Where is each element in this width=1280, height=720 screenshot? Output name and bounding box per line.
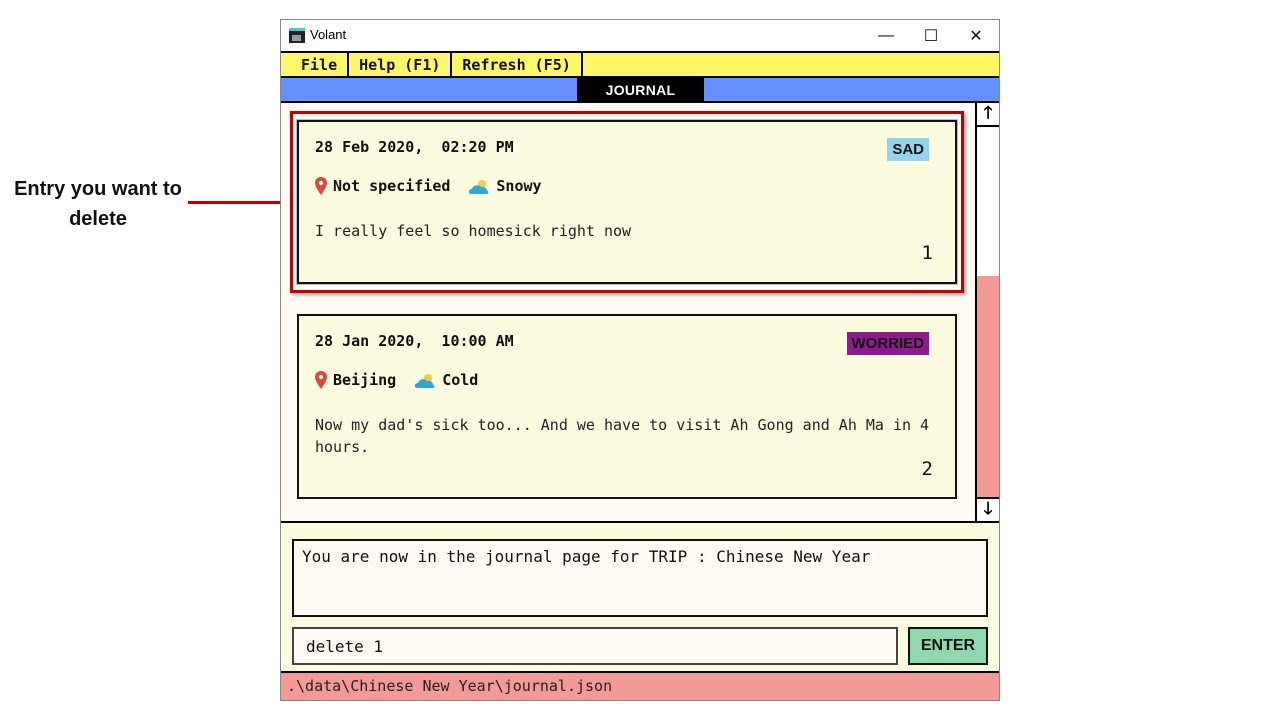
minimize-icon: —	[878, 26, 894, 44]
annotation-arrow-icon	[188, 196, 292, 208]
menu-help[interactable]: Help (F1)	[349, 53, 453, 76]
entry-text: I really feel so homesick right now	[315, 222, 632, 240]
maximize-button[interactable]: ☐	[908, 20, 954, 51]
title-bar: Volant — ☐ ✕	[281, 20, 999, 51]
vertical-scrollbar[interactable]: 🡑 🡓	[975, 103, 999, 521]
status-bar-file-path: .\data\Chinese New Year\journal.json	[281, 671, 999, 700]
location-pin-icon	[315, 177, 327, 195]
entry-date: 28 Feb 2020, 02:20 PM	[315, 138, 514, 156]
entry-date: 28 Jan 2020, 10:00 AM	[315, 332, 514, 350]
close-button[interactable]: ✕	[953, 20, 999, 51]
mood-badge: SAD	[887, 138, 929, 161]
menu-bar: File Help (F1) Refresh (F5)	[281, 51, 999, 78]
minimize-button[interactable]: —	[863, 20, 909, 51]
scroll-thumb[interactable]	[977, 276, 999, 497]
close-icon: ✕	[969, 27, 983, 45]
enter-button[interactable]: ENTER	[908, 627, 988, 665]
scroll-up-button[interactable]: 🡑	[977, 103, 999, 127]
weather-cloud-sun-icon	[415, 374, 435, 388]
scroll-down-button[interactable]: 🡓	[977, 497, 999, 521]
journal-entry-list: 28 Feb 2020, 02:20 PM SAD Not specified …	[281, 103, 975, 521]
weather-cloud-sun-icon	[469, 180, 489, 194]
menu-refresh[interactable]: Refresh (F5)	[452, 53, 583, 76]
result-display: You are now in the journal page for TRIP…	[292, 539, 988, 617]
app-window: Volant — ☐ ✕ File Help (F1) Refresh (F5)…	[280, 19, 1000, 701]
app-logo-icon	[289, 28, 305, 43]
entry-text: Now my dad's sick too... And we have to …	[315, 416, 930, 456]
entry-location: Beijing	[333, 371, 397, 389]
entry-weather: Cold	[442, 371, 479, 389]
entry-meta: Not specified Snowy	[315, 177, 542, 195]
location-pin-icon	[315, 371, 327, 389]
command-input[interactable]	[292, 627, 898, 665]
window-title: Volant	[310, 27, 347, 42]
tab-bar: JOURNAL	[281, 78, 999, 103]
entry-index: 1	[921, 242, 933, 264]
journal-entry-card[interactable]: 28 Jan 2020, 10:00 AM WORRIED Beijing Co…	[297, 314, 957, 499]
mood-badge: WORRIED	[846, 332, 929, 355]
entry-weather: Snowy	[496, 177, 542, 195]
entry-index: 2	[921, 458, 933, 480]
entry-meta: Beijing Cold	[315, 371, 478, 389]
journal-entry-card[interactable]: 28 Feb 2020, 02:20 PM SAD Not specified …	[297, 120, 957, 284]
arrow-up-icon: 🡑	[983, 102, 993, 122]
command-panel: You are now in the journal page for TRIP…	[281, 521, 999, 671]
entry-location: Not specified	[333, 177, 451, 195]
menu-file[interactable]: File	[281, 53, 350, 76]
maximize-icon: ☐	[923, 27, 939, 45]
annotation-label: Entry you want to delete	[14, 178, 182, 230]
tab-journal[interactable]: JOURNAL	[577, 78, 704, 101]
